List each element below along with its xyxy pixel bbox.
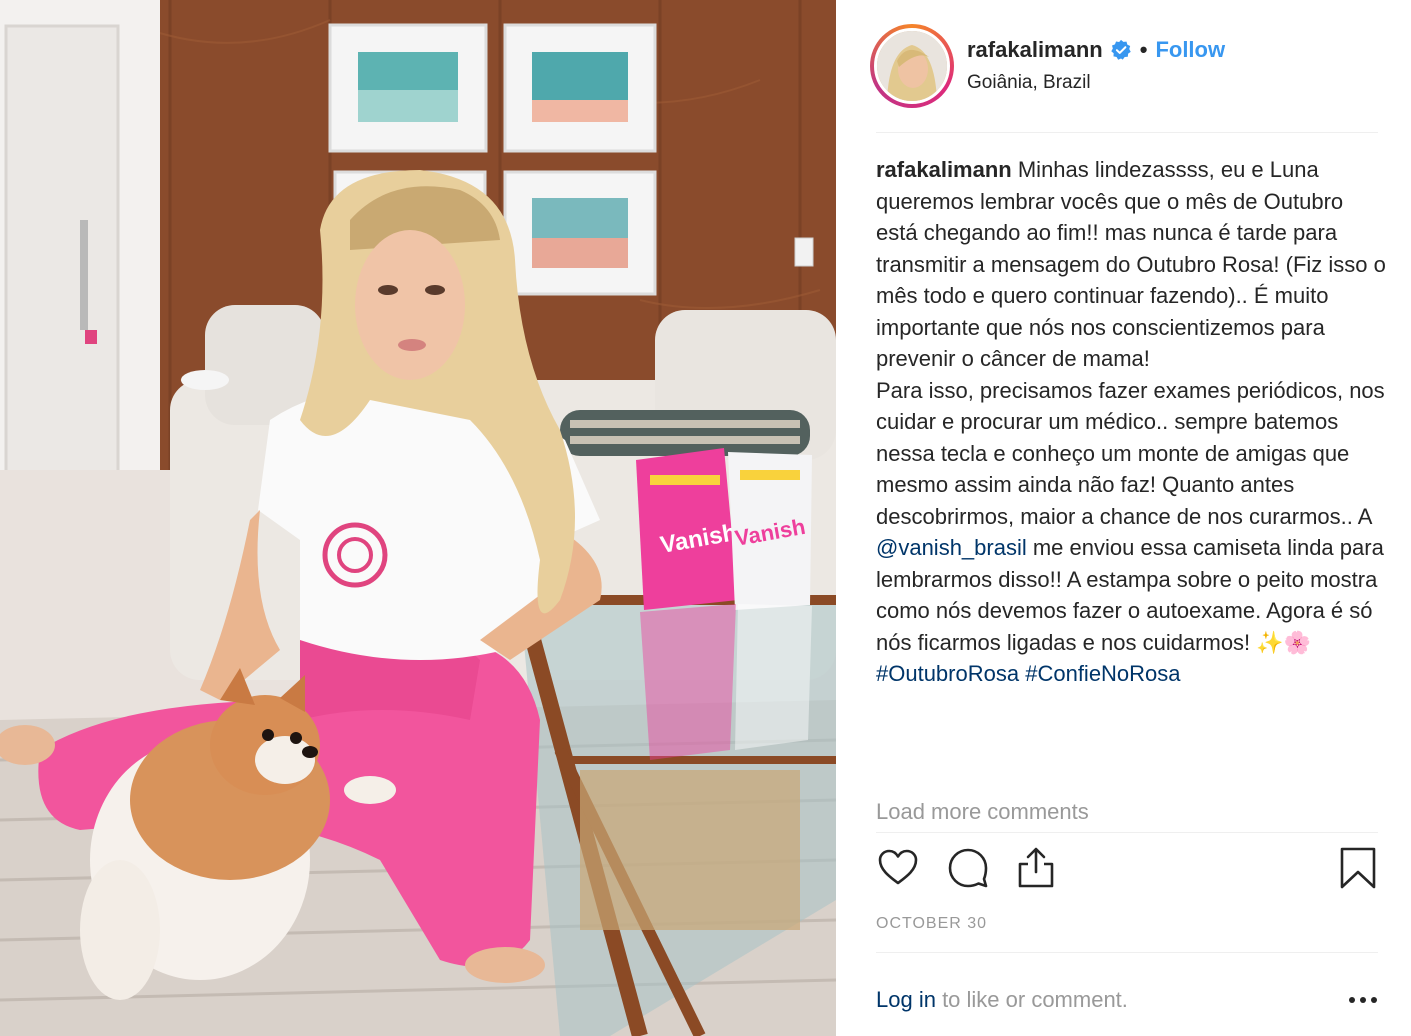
- post-side-panel: rafakalimann • Follow Goiânia, Brazil ra…: [836, 0, 1411, 1036]
- story-ring[interactable]: [870, 24, 954, 108]
- comment-button[interactable]: [946, 846, 990, 890]
- hashtag-link[interactable]: #OutubroRosa: [876, 661, 1019, 686]
- wall-frame: [328, 23, 488, 153]
- bookmark-icon: [1340, 847, 1376, 889]
- hashtag-link[interactable]: #ConfieNoRosa: [1025, 661, 1180, 686]
- like-button[interactable]: [876, 846, 920, 890]
- save-button[interactable]: [1336, 846, 1380, 890]
- post-caption: rafakalimann Minhas lindezassss, eu e Lu…: [876, 154, 1386, 690]
- post-photo-illustration: Vanish Vanish: [0, 0, 836, 1036]
- verified-badge-icon: [1110, 39, 1132, 61]
- share-button[interactable]: [1014, 846, 1058, 890]
- login-link[interactable]: Log in: [876, 987, 936, 1012]
- post-photo[interactable]: Vanish Vanish: [0, 0, 836, 1036]
- username-link[interactable]: rafakalimann: [967, 35, 1103, 65]
- avatar[interactable]: [874, 28, 950, 104]
- separator-dot: •: [1139, 37, 1148, 62]
- caption-username-link[interactable]: rafakalimann: [876, 157, 1012, 182]
- login-prompt: Log in to like or comment.: [876, 984, 1378, 1016]
- mention-link[interactable]: @vanish_brasil: [876, 535, 1027, 560]
- follow-button[interactable]: Follow: [1155, 35, 1225, 65]
- heart-icon: [878, 849, 918, 885]
- load-more-comments-button[interactable]: Load more comments: [876, 796, 1089, 828]
- avatar-image: [877, 31, 947, 101]
- header-divider: [876, 132, 1378, 133]
- vanish-white-bag: Vanish: [728, 452, 812, 610]
- share-icon: [1018, 847, 1054, 888]
- post-actions: [876, 846, 1378, 890]
- comments-divider: [876, 832, 1378, 833]
- comment-bubble-icon: [948, 848, 988, 888]
- login-prompt-text: to like or comment.: [935, 987, 1128, 1012]
- footer-divider: [876, 952, 1378, 953]
- more-dots-icon: [1349, 997, 1377, 1003]
- caption-text: Minhas lindezassss, eu e Luna queremos l…: [876, 157, 1386, 371]
- caption-text: Para isso, precisamos fazer exames perió…: [876, 377, 1385, 529]
- post-date[interactable]: OCTOBER 30: [876, 915, 987, 933]
- more-options-button[interactable]: [1348, 988, 1378, 1012]
- vanish-pink-bag: Vanish: [636, 448, 739, 610]
- post-header: rafakalimann • Follow Goiânia, Brazil: [870, 24, 1380, 108]
- location-link[interactable]: Goiânia, Brazil: [967, 69, 1225, 97]
